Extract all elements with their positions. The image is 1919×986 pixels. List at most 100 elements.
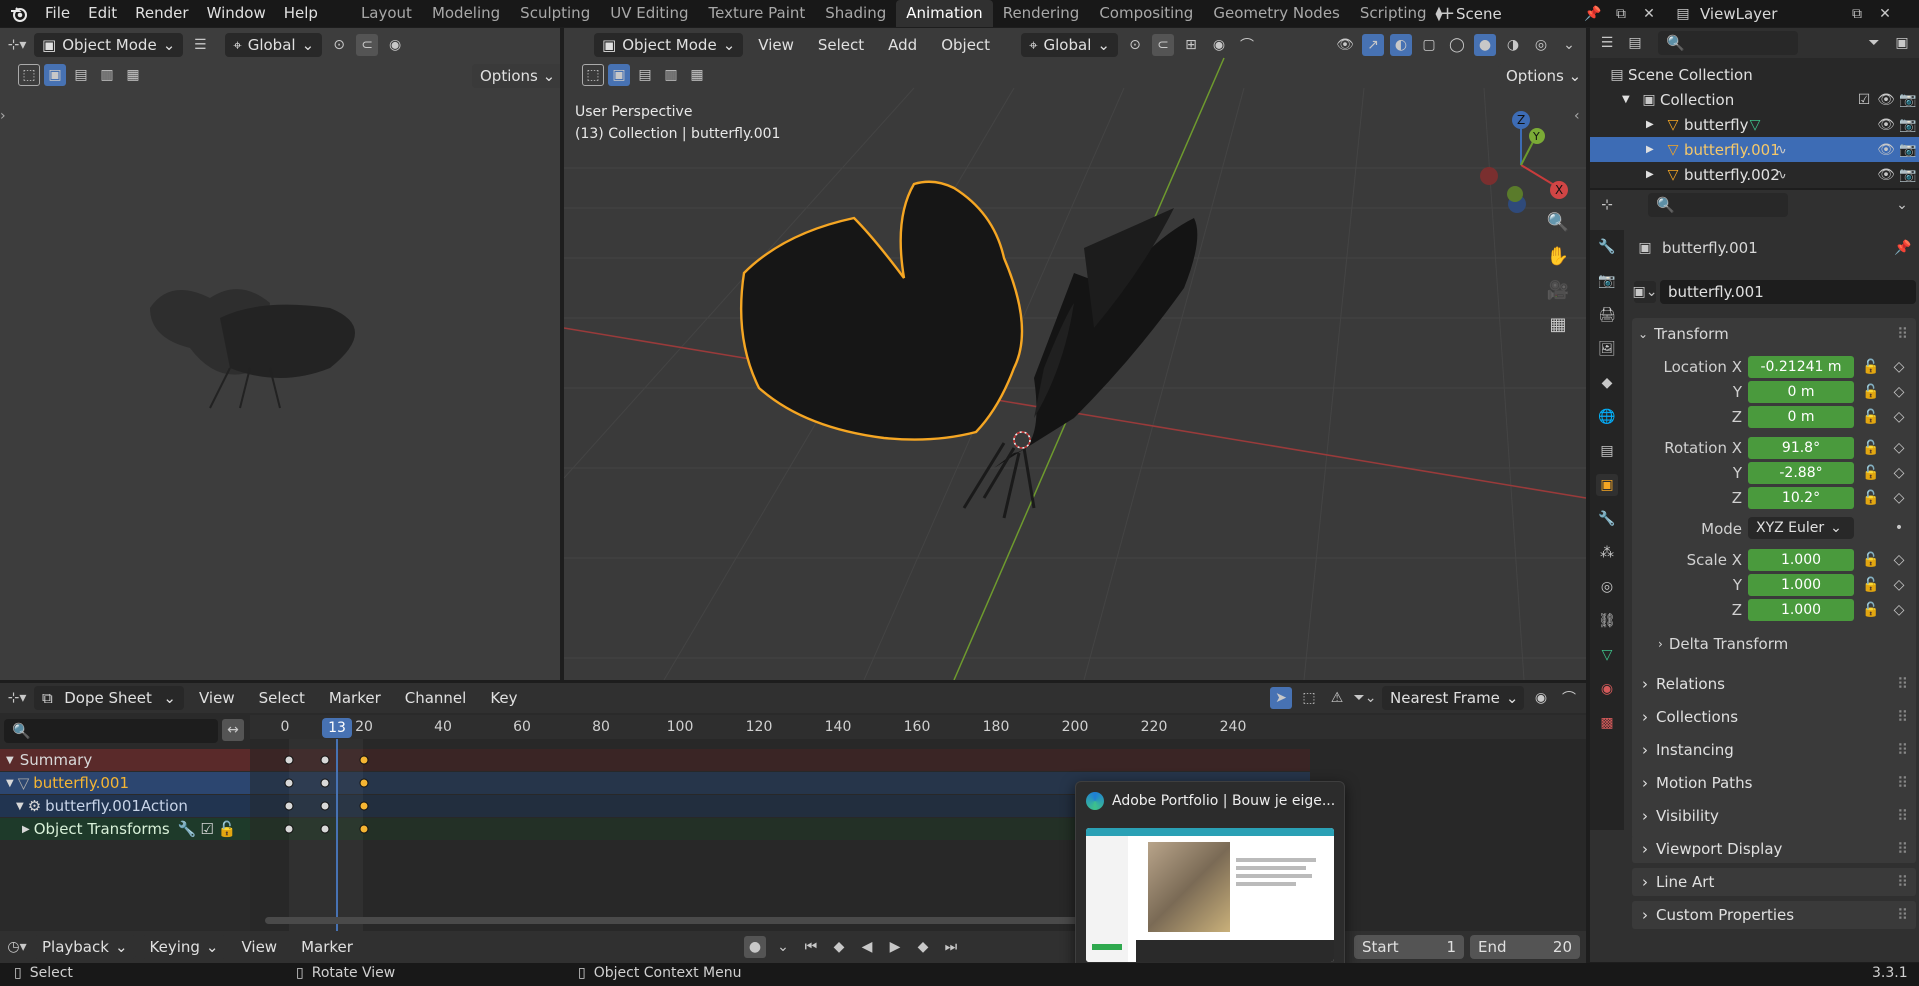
lock-icon[interactable]: 🔓 <box>1860 406 1882 428</box>
snap-target-icon[interactable]: ⊞ <box>1180 34 1202 56</box>
tab-shading[interactable]: Shading <box>815 0 896 27</box>
editor-type-icon[interactable]: ◷▾ <box>6 936 28 958</box>
select-invert-icon[interactable]: ▦ <box>122 64 144 86</box>
lock-icon[interactable]: 🔓 <box>1860 462 1882 484</box>
keyframe-diamond-icon[interactable]: ◇ <box>1888 356 1910 378</box>
keyframe-diamond-icon[interactable]: ◇ <box>1888 549 1910 571</box>
select-invert-icon[interactable]: ▦ <box>686 64 708 86</box>
render-camera-icon[interactable]: 📷 <box>1897 89 1919 111</box>
pan-hand-icon[interactable]: ✋ <box>1544 242 1572 270</box>
eye-icon[interactable]: 👁 <box>1875 89 1897 111</box>
keyframe-marker[interactable] <box>320 755 329 765</box>
start-frame-field[interactable]: Start 1 <box>1354 935 1464 959</box>
render-tab-icon[interactable]: 📷 <box>1596 270 1618 292</box>
new-view-layer-icon[interactable]: ⧉ <box>1846 3 1868 25</box>
orientation-dropdown[interactable]: ⌖ Global ⌄ <box>225 33 323 57</box>
output-tab-icon[interactable]: 🖨 <box>1596 304 1618 326</box>
only-selected-icon[interactable]: ➤ <box>1270 687 1292 709</box>
butterfly-object[interactable] <box>714 178 1254 538</box>
display-mode-icon[interactable]: ▤ <box>1624 32 1646 54</box>
keyframe-marker[interactable] <box>284 778 294 788</box>
lock-icon[interactable]: 🔓 <box>1860 599 1882 621</box>
region-toggle-icon[interactable]: ‹ <box>1574 108 1580 124</box>
rotation-x-field[interactable]: 91.8° <box>1748 437 1854 459</box>
keyframe-marker[interactable] <box>284 824 294 834</box>
viewport-display-section[interactable]: › Viewport Display ⠿ <box>1632 835 1916 863</box>
drag-handle-icon[interactable]: ⠿ <box>1897 906 1908 924</box>
snap-icon[interactable]: ⊂ <box>1151 34 1174 56</box>
eye-icon[interactable]: 👁 <box>1875 139 1897 161</box>
render-camera-icon[interactable]: 📷 <box>1897 114 1919 136</box>
keyframe-marker[interactable] <box>320 778 329 788</box>
preview-thumbnail[interactable] <box>1086 828 1334 962</box>
custom-properties-section[interactable]: › Custom Properties ⠿ <box>1632 901 1916 929</box>
tab-compositing[interactable]: Compositing <box>1089 0 1203 27</box>
rotation-z-field[interactable]: 10.2° <box>1748 487 1854 509</box>
outliner-row-butterfly-002[interactable]: ▶ ▽ butterfly.002 ∿ 👁 📷 <box>1590 162 1919 187</box>
outliner-row-collection[interactable]: ▼ ▣ Collection ☑ 👁 📷 <box>1590 87 1919 112</box>
visibility-section[interactable]: › Visibility ⠿ <box>1632 802 1916 830</box>
menu-key[interactable]: Key <box>481 685 526 712</box>
eye-icon[interactable]: 👁 <box>1875 114 1897 136</box>
object-icon[interactable]: ▣⌄ <box>1633 281 1657 303</box>
delta-transform-subpanel[interactable]: › Delta Transform <box>1658 632 1908 656</box>
channel-object[interactable]: ▼ ▽ butterfly.001 <box>0 772 250 794</box>
menu-marker[interactable]: Marker <box>320 685 390 712</box>
proportional-icon[interactable]: ◉ <box>1530 687 1552 709</box>
keyframe-diamond-icon[interactable]: ◇ <box>1888 462 1910 484</box>
instancing-section[interactable]: › Instancing ⠿ <box>1632 736 1916 764</box>
lock-icon[interactable]: 🔓 <box>218 820 237 838</box>
location-x-field[interactable]: -0.21241 m <box>1748 356 1854 378</box>
channel-group[interactable]: ▶ Object Transforms 🔧 ☑ 🔓 <box>0 818 250 840</box>
select-new-icon[interactable]: ▣ <box>608 64 630 86</box>
errors-icon[interactable]: ⚠ <box>1326 687 1348 709</box>
expand-icon[interactable]: ▶ <box>1646 169 1662 180</box>
menu-marker[interactable]: Marker <box>292 934 362 961</box>
transform-panel-header[interactable]: ⌄ Transform ⠿ <box>1638 322 1908 346</box>
menu-select[interactable]: Select <box>809 32 873 59</box>
outliner-row-butterfly[interactable]: ▶ ▽ butterfly ▽ 👁 📷 <box>1590 112 1919 137</box>
keyframe-dot-icon[interactable]: • <box>1888 517 1910 539</box>
mode-dropdown[interactable]: ▣ Object Mode ⌄ <box>594 33 744 57</box>
menu-add[interactable]: Add <box>879 32 926 59</box>
properties-search[interactable]: 🔍 <box>1648 193 1788 217</box>
lock-icon[interactable]: 🔓 <box>1860 487 1882 509</box>
keyframe-diamond-icon[interactable]: ◇ <box>1888 437 1910 459</box>
render-camera-icon[interactable]: 📷 <box>1897 139 1919 161</box>
drag-handle-icon[interactable]: ⠿ <box>1897 741 1908 759</box>
expand-icon[interactable]: ▼ <box>16 801 24 812</box>
lock-icon[interactable]: 🔓 <box>1860 549 1882 571</box>
wireframe-shading-icon[interactable]: ◯ <box>1446 34 1468 56</box>
keyframe-marker[interactable] <box>359 778 369 788</box>
expand-icon[interactable]: ▼ <box>1622 94 1638 105</box>
pivot-icon[interactable]: ⊙ <box>328 34 350 56</box>
filter-icon[interactable]: ⏷ <box>1863 32 1885 54</box>
end-frame-field[interactable]: End 20 <box>1470 935 1580 959</box>
scale-z-field[interactable]: 1.000 <box>1748 599 1854 621</box>
menu-view[interactable]: View <box>232 934 286 961</box>
keying-menu[interactable]: Keying ⌄ <box>141 935 227 959</box>
keyframe-diamond-icon[interactable]: ◇ <box>1888 406 1910 428</box>
expand-icon[interactable]: ▶ <box>1646 144 1662 155</box>
channel-summary[interactable]: ▼ Summary <box>0 749 250 771</box>
overlay-toggle-icon[interactable]: ◐ <box>1390 34 1412 56</box>
tab-scripting[interactable]: Scripting <box>1350 0 1437 27</box>
scale-x-field[interactable]: 1.000 <box>1748 549 1854 571</box>
tab-animation[interactable]: Animation <box>896 0 993 27</box>
playback-menu[interactable]: Playback ⌄ <box>34 935 136 959</box>
menu-view[interactable]: View <box>190 685 244 712</box>
particles-tab-icon[interactable]: ⁂ <box>1596 542 1618 564</box>
outliner-row-butterfly-001[interactable]: ▶ ▽ butterfly.001 ∿ 👁 📷 <box>1590 137 1919 162</box>
eye-icon[interactable]: 👁 <box>1875 164 1897 186</box>
keyframe-diamond-icon[interactable]: ◇ <box>1888 487 1910 509</box>
jump-start-icon[interactable]: ⏮ <box>800 936 822 958</box>
expand-icon[interactable]: ▶ <box>1646 119 1662 130</box>
region-toggle-icon[interactable]: › <box>0 108 6 124</box>
editor-type-icon[interactable]: ☰ <box>1596 32 1618 54</box>
snap-icon[interactable]: ⊂ <box>356 34 379 56</box>
chevron-down-icon[interactable]: ⌄ <box>1558 34 1580 56</box>
navigation-gizmo[interactable]: Z X Y <box>1469 108 1569 218</box>
gizmo-toggle-icon[interactable]: ↗ <box>1362 34 1384 56</box>
modifier-tab-icon[interactable]: 🔧 <box>1596 508 1618 530</box>
falloff-icon[interactable]: ⌒ <box>1236 34 1258 56</box>
